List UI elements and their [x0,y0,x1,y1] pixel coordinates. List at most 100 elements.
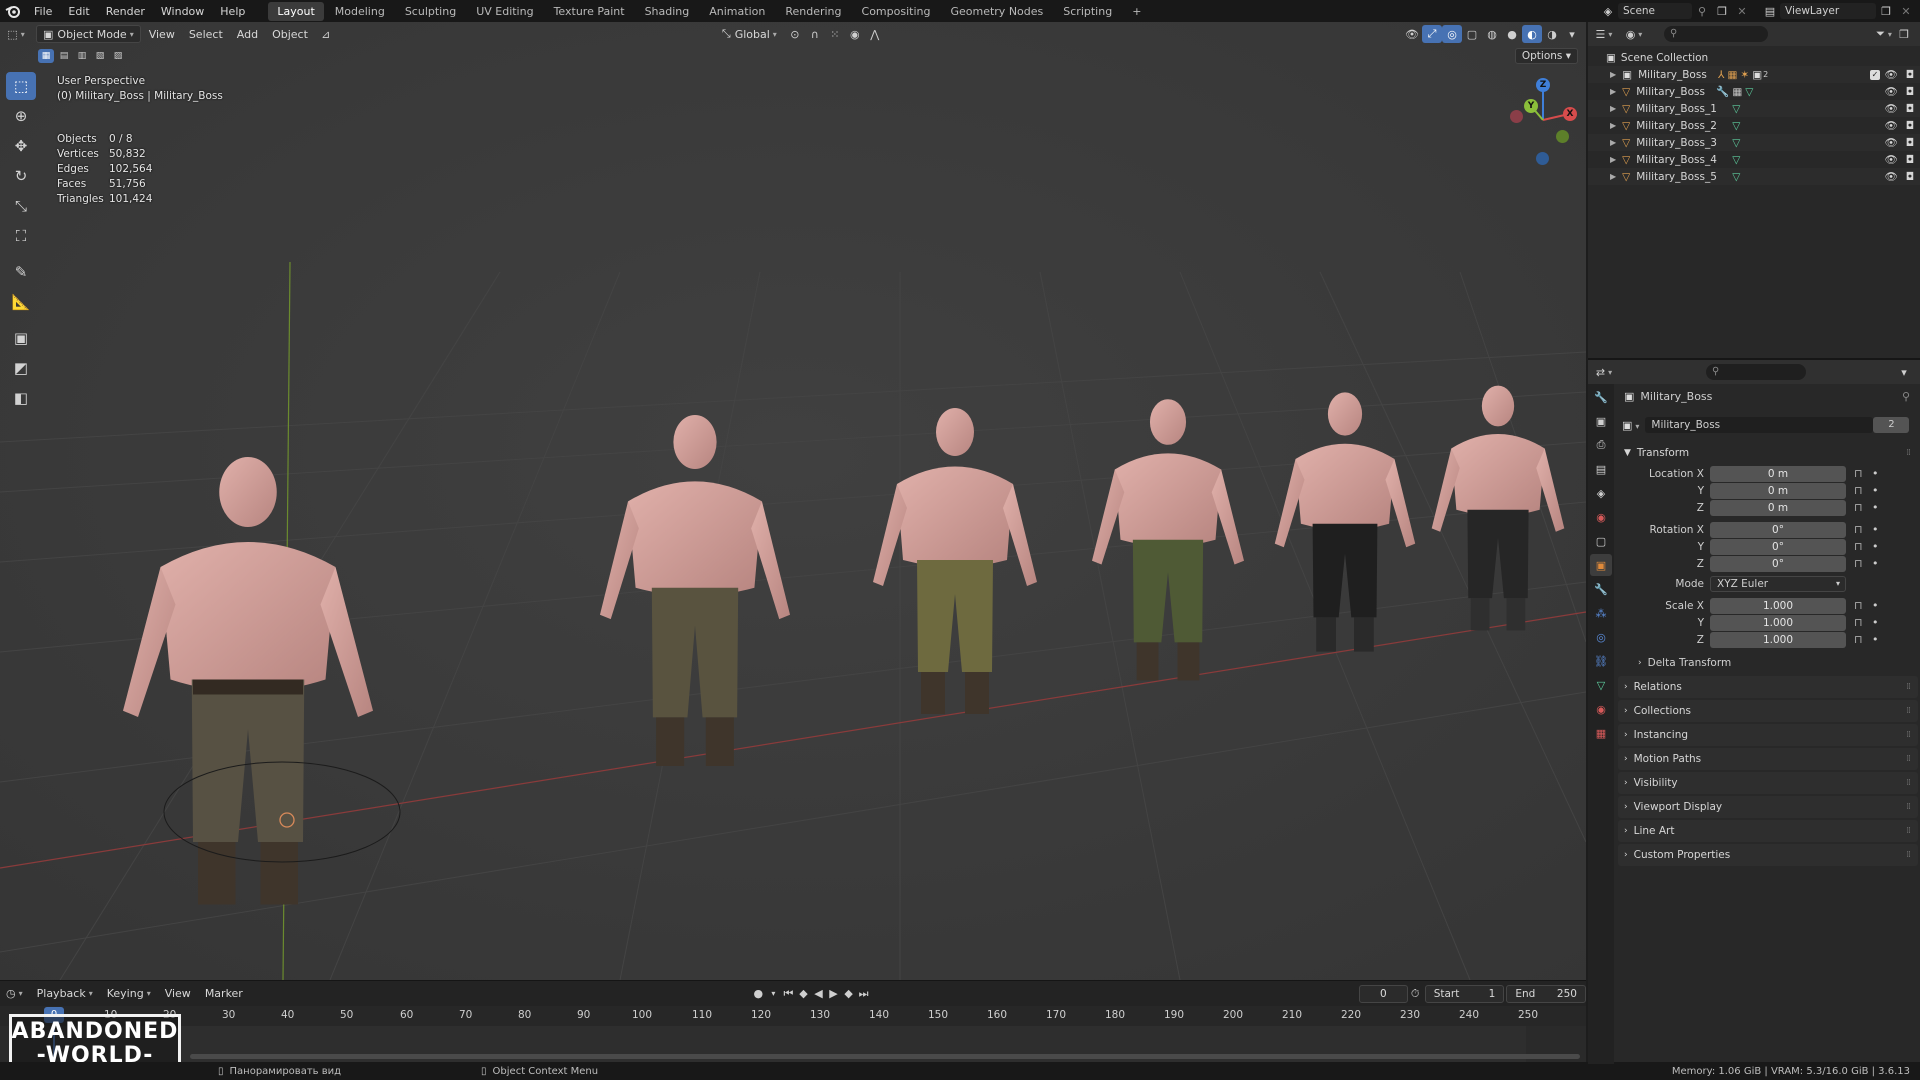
menu-select[interactable]: Select [183,25,229,43]
eye-icon[interactable]: 👁 [1885,153,1898,166]
outliner-search-input[interactable]: ⚲ [1664,26,1768,42]
keyframe-dot-icon[interactable]: • [1872,557,1879,570]
menu-playback[interactable]: Playback ▾ [31,985,99,1003]
viewlayer-selector[interactable]: ViewLayer [1780,3,1876,19]
add-cube-tool-icon[interactable]: ▣ [6,324,36,352]
outliner-item[interactable]: ▶ ▽ Military_Boss_1 ▽ 👁 ◘ [1588,100,1920,117]
camera-icon[interactable]: ◘ [1906,103,1914,115]
wireframe-shading-icon[interactable]: ◍ [1482,25,1502,43]
keyframe-dot-icon[interactable]: • [1872,484,1879,497]
prev-keyframe-icon[interactable]: ◆ [796,985,811,1003]
render-tab-icon[interactable]: ▣ [1590,410,1612,432]
expand-arrow-icon[interactable]: ▶ [1610,172,1616,181]
extra-tool-2-icon[interactable]: ◧ [6,384,36,412]
display-mode-icon[interactable]: ◉ ▾ [1624,25,1644,43]
outliner-item[interactable]: ▶ ▽ Military_Boss_2 ▽ 👁 ◘ [1588,117,1920,134]
annotate-tool-icon[interactable]: ✎ [6,258,36,286]
visibility-icon[interactable]: 👁 [1402,25,1422,43]
select-new-icon[interactable]: ▦ [38,49,54,63]
gizmo-x-axis[interactable]: X [1563,107,1577,121]
viewlayer-icon[interactable]: ▤ [1760,2,1780,20]
falloff-icon[interactable]: ⋀ [865,25,885,43]
keyframe-dot-icon[interactable]: • [1872,599,1879,612]
3d-viewport[interactable]: ⬚ ▾ ▣ Object Mode ▾ View Select Add Object … [0,22,1586,980]
play-icon[interactable]: ▶ [826,985,841,1003]
scale-tool-icon[interactable]: ⤡ [6,192,36,220]
location-x-field[interactable]: 0 m [1710,466,1846,482]
drag-handle-icon[interactable]: ⁞⁞ [1906,682,1911,692]
outliner-item[interactable]: ▶ ▽ Military_Boss_4 ▽ 👁 ◘ [1588,151,1920,168]
scene-tab-icon[interactable]: ◈ [1590,482,1612,504]
delete-scene-icon[interactable]: ✕ [1732,2,1752,20]
visibility-panel[interactable]: › Visibility ⁞⁞ [1618,772,1918,794]
menu-help[interactable]: Help [212,5,253,18]
camera-icon[interactable]: ◘ [1906,86,1914,98]
editor-type-icon[interactable]: ⬚ ▾ [6,25,26,43]
view-layer-tab-icon[interactable]: ▤ [1590,458,1612,480]
lock-icon[interactable]: ⊓ [1854,484,1863,497]
lock-icon[interactable]: ⊓ [1854,557,1863,570]
tab-animation[interactable]: Animation [700,2,774,21]
outliner-item[interactable]: ▶ ▽ Military_Boss 🔧 ▦ ▽ 👁 ◘ [1588,83,1920,100]
object-tab-icon[interactable]: ▣ [1590,554,1612,576]
scale-z-field[interactable]: 1.000 [1710,632,1846,648]
scene-icon[interactable]: ◈ [1598,2,1618,20]
play-reverse-icon[interactable]: ◀ [811,985,826,1003]
select-invert-icon[interactable]: ▧ [92,49,108,63]
jump-end-icon[interactable]: ⏭ [856,985,871,1003]
scale-x-field[interactable]: 1.000 [1710,598,1846,614]
xray-icon[interactable]: ▢ [1462,25,1482,43]
pin-icon[interactable]: ⚲ [1902,390,1910,403]
transform-panel-header[interactable]: ▼ Transform ⁞⁞ [1618,442,1918,464]
record-keyframe-icon[interactable]: ● [751,985,766,1003]
menu-marker[interactable]: Marker [199,985,249,1003]
add-workspace-button[interactable]: + [1123,2,1150,21]
lock-icon[interactable]: ⊓ [1854,523,1863,536]
expand-arrow-icon[interactable]: ▶ [1610,87,1616,96]
keyframe-dot-icon[interactable]: • [1872,540,1879,553]
selectable-checkbox[interactable]: ✓ [1870,69,1880,80]
drag-handle-icon[interactable]: ⁞⁞ [1906,850,1911,860]
collection-tab-icon[interactable]: ▢ [1590,530,1612,552]
drag-handle-icon[interactable]: ⁞⁞ [1906,754,1911,764]
select-subtract-icon[interactable]: ▥ [74,49,90,63]
keyframe-dot-icon[interactable]: • [1872,501,1879,514]
eye-icon[interactable]: 👁 [1885,102,1898,115]
timeline-track-area[interactable] [0,1026,1586,1062]
menu-file[interactable]: File [26,5,60,18]
eye-icon[interactable]: 👁 [1885,85,1898,98]
gizmo-z-axis[interactable]: Z [1536,78,1550,92]
instancing-panel[interactable]: › Instancing ⁞⁞ [1618,724,1918,746]
shading-options-icon[interactable]: ▾ [1562,25,1582,43]
gizmo-toggle-icon[interactable]: ⤢ [1422,25,1442,43]
viewport-display-panel[interactable]: › Viewport Display ⁞⁞ [1618,796,1918,818]
eye-icon[interactable]: 👁 [1885,136,1898,149]
collections-panel[interactable]: › Collections ⁞⁞ [1618,700,1918,722]
pin-icon[interactable]: ⚲ [1692,2,1712,20]
tab-shading[interactable]: Shading [636,2,699,21]
lock-icon[interactable]: ⊓ [1854,467,1863,480]
delta-transform-subpanel[interactable]: › Delta Transform [1618,652,1918,674]
gizmo-y-axis[interactable]: Y [1524,99,1538,113]
delete-viewlayer-icon[interactable]: ✕ [1896,2,1916,20]
properties-search-input[interactable]: ⚲ [1706,364,1806,380]
camera-icon[interactable]: ◘ [1906,137,1914,149]
jump-start-icon[interactable]: ⏮ [781,985,796,1003]
move-tool-icon[interactable]: ✥ [6,132,36,160]
drag-handle-icon[interactable]: ⁞⁞ [1906,826,1911,836]
gizmo-neg-y[interactable] [1556,130,1569,143]
select-intersect-icon[interactable]: ▨ [110,49,126,63]
rotation-z-field[interactable]: 0° [1710,556,1846,572]
location-y-field[interactable]: 0 m [1710,483,1846,499]
gizmo-neg-x[interactable] [1510,110,1523,123]
timeline-editor-type-icon[interactable]: ◷ ▾ [6,985,23,1003]
select-box-tool-icon[interactable]: ⬚ [6,72,36,100]
new-collection-icon[interactable]: ❐ [1894,25,1914,43]
tab-uv-editing[interactable]: UV Editing [467,2,542,21]
menu-object[interactable]: Object [266,25,314,43]
keyframe-dot-icon[interactable]: • [1872,523,1879,536]
motion-paths-panel[interactable]: › Motion Paths ⁞⁞ [1618,748,1918,770]
timeline-ruler[interactable]: 0 10 20 30 40 50 60 70 80 90 100 110 120… [0,1006,1586,1026]
keyframe-options-icon[interactable]: ▾ [766,985,781,1003]
properties-options-icon[interactable]: ▾ [1894,363,1914,381]
